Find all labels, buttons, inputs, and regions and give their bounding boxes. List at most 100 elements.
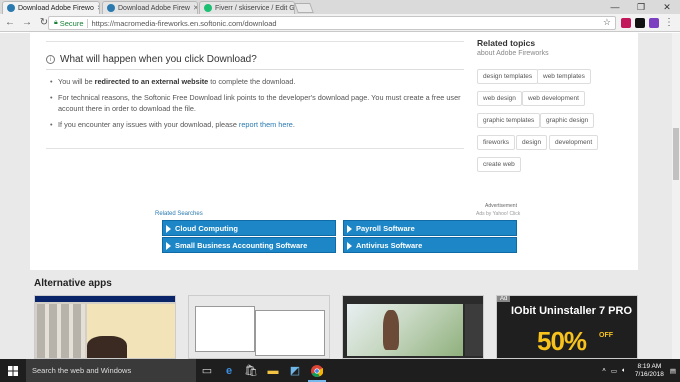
- restore-icon[interactable]: ❐: [628, 0, 654, 14]
- url-text: https://macromedia-fireworks.en.softonic…: [91, 18, 277, 28]
- tab-title: Fiverr / skiservice / Edit G: [215, 4, 295, 12]
- browser-menu-icon[interactable]: ⋮: [664, 17, 674, 28]
- taskbar-clock[interactable]: 8:19 AM 7/16/2018: [635, 363, 664, 379]
- file-explorer-icon[interactable]: ▬: [262, 359, 284, 382]
- task-view-icon[interactable]: ▭: [196, 359, 218, 382]
- new-tab-button[interactable]: [294, 3, 314, 13]
- address-separator: [86, 18, 88, 28]
- clock-time: 8:19 AM: [637, 362, 662, 370]
- address-bar[interactable]: 🔒︎ Secure https://macromedia-fireworks.e…: [48, 16, 616, 30]
- store-icon[interactable]: 🛍︎: [240, 359, 262, 382]
- edge-browser-icon[interactable]: e: [218, 359, 240, 382]
- list-item: You will be redirected to an external we…: [48, 76, 462, 87]
- topic-chip[interactable]: design: [516, 135, 548, 150]
- iobit-off: OFF: [599, 332, 613, 339]
- windows-start-icon[interactable]: [0, 359, 26, 382]
- fiverr-favicon-icon: [204, 4, 212, 12]
- close-window-icon[interactable]: ✕: [654, 0, 680, 14]
- related-searches-label: Related Searches: [155, 211, 203, 217]
- dialog-window: [255, 310, 325, 356]
- tab-title: Download Adobe Firew: [118, 4, 190, 12]
- pinned-app-icon[interactable]: ◩: [284, 359, 306, 382]
- divider: [46, 69, 464, 70]
- app-thumbnail-3[interactable]: [342, 295, 484, 359]
- forward-icon[interactable]: →: [20, 16, 34, 30]
- ad-search-button[interactable]: Payroll Software: [343, 220, 517, 236]
- chrome-icon[interactable]: [306, 359, 328, 382]
- windows-taskbar: Search the web and Windows ▭ e 🛍︎ ▬ ◩ ˄ …: [0, 359, 680, 382]
- divider: [46, 148, 464, 149]
- iobit-discount: 50%: [537, 326, 587, 356]
- list-item: For technical reasons, the Softonic Free…: [48, 92, 462, 114]
- topic-chip[interactable]: design templates: [477, 69, 539, 84]
- ad-search-button[interactable]: Cloud Computing: [162, 220, 336, 236]
- network-icon[interactable]: ▭: [611, 367, 617, 375]
- scrollbar-thumb[interactable]: [673, 128, 679, 180]
- canvas-figure: [383, 310, 399, 350]
- related-topics-subtitle: about Adobe Fireworks: [477, 50, 549, 57]
- page-scrollbar[interactable]: [672, 33, 680, 359]
- bookmark-star-icon[interactable]: ☆: [603, 17, 611, 28]
- topic-chip[interactable]: fireworks: [477, 135, 516, 150]
- tab-download-adobe-fireworks-1[interactable]: Download Adobe Firewo ✕: [2, 1, 100, 14]
- tools-panel: [37, 304, 85, 358]
- bullet-bold-text: redirected to an external website: [94, 77, 209, 86]
- bullet-text: For technical reasons, the Softonic Free…: [58, 93, 461, 113]
- close-icon[interactable]: ✕: [190, 4, 197, 12]
- thumbnail-titlebar: [35, 296, 175, 302]
- canvas-image: [347, 304, 463, 356]
- extension-icon[interactable]: [621, 18, 631, 28]
- tab-strip: Download Adobe Firewo ✕ Download Adobe F…: [0, 0, 680, 14]
- ad-search-button[interactable]: Small Business Accounting Software: [162, 237, 336, 253]
- topic-chip[interactable]: development: [549, 135, 599, 150]
- app-thumbnail-fireworks[interactable]: [34, 295, 176, 359]
- adchoices-link[interactable]: Ads by Yahoo! Click: [476, 211, 520, 217]
- topic-chip[interactable]: graphic design: [540, 113, 595, 128]
- system-tray: ˄ ▭ 🔈︎ 8:19 AM 7/16/2018 ▤: [602, 359, 680, 382]
- extension-icon[interactable]: [635, 18, 645, 28]
- app-thumbnail-2[interactable]: [188, 295, 330, 359]
- tab-download-adobe-fireworks-2[interactable]: Download Adobe Firew ✕: [102, 1, 198, 14]
- alternative-apps-title: Alternative apps: [34, 278, 112, 289]
- volume-icon[interactable]: 🔈︎: [622, 367, 626, 375]
- taskbar-search-input[interactable]: Search the web and Windows: [26, 359, 196, 382]
- download-info-list: You will be redirected to an external we…: [48, 76, 462, 135]
- softonic-favicon-icon: [107, 4, 115, 12]
- topic-chip[interactable]: web development: [522, 91, 585, 106]
- info-icon: i: [46, 55, 55, 64]
- minimize-icon[interactable]: —: [602, 0, 628, 14]
- topic-chip[interactable]: graphic templates: [477, 113, 541, 128]
- app-thumbnail-iobit[interactable]: Ad IObit Uninstaller 7 PRO 50% OFF: [496, 295, 638, 359]
- download-info-heading: i What will happen when you click Downlo…: [46, 54, 257, 65]
- page-viewport: i What will happen when you click Downlo…: [0, 33, 680, 359]
- tab-fiverr[interactable]: Fiverr / skiservice / Edit G ✕: [199, 1, 295, 14]
- close-icon[interactable]: ✕: [94, 4, 99, 12]
- ad-badge: Ad: [497, 296, 511, 302]
- dialog-window: [195, 306, 255, 352]
- secure-label: Secure: [59, 18, 84, 28]
- tab-title: Download Adobe Firewo: [18, 4, 94, 12]
- extension-icon[interactable]: [649, 18, 659, 28]
- topic-chip[interactable]: web design: [477, 91, 522, 106]
- iobit-title: IObit Uninstaller 7 PRO: [511, 305, 633, 317]
- topic-chip[interactable]: create web: [477, 157, 521, 172]
- list-item: If you encounter any issues with your do…: [48, 119, 462, 130]
- canvas-figure: [87, 336, 127, 358]
- bullet-text: If you encounter any issues with your do…: [58, 120, 239, 129]
- back-icon[interactable]: ←: [3, 16, 17, 30]
- lock-icon: 🔒︎: [54, 19, 58, 26]
- notification-icon[interactable]: ▤: [670, 367, 676, 375]
- softonic-favicon-icon: [7, 4, 15, 12]
- divider: [46, 41, 464, 42]
- layers-panel: [465, 304, 483, 356]
- report-link[interactable]: report them here: [239, 120, 293, 129]
- bullet-text: to complete the download.: [208, 77, 296, 86]
- tray-up-arrow-icon[interactable]: ˄: [602, 367, 606, 374]
- download-info-title: What will happen when you click Download…: [60, 54, 257, 65]
- related-topics-title: Related topics: [477, 38, 536, 48]
- bullet-text: You will be: [58, 77, 95, 86]
- clock-date: 7/16/2018: [634, 370, 664, 378]
- window-controls: — ❐ ✕: [602, 0, 680, 14]
- topic-chip[interactable]: web templates: [537, 69, 591, 84]
- ad-search-button[interactable]: Antivirus Software: [343, 237, 517, 253]
